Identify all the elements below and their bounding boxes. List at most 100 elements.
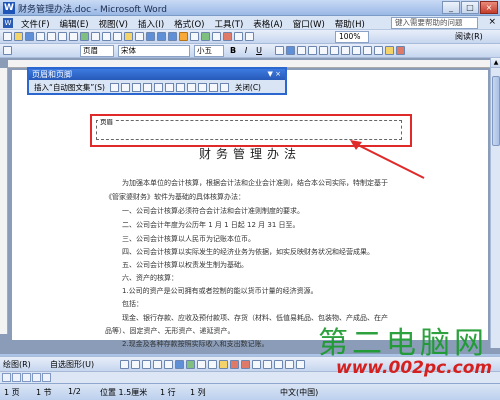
decrease-indent-icon[interactable]: [352, 46, 361, 55]
columns-icon[interactable]: [212, 32, 221, 41]
draw-menu-button[interactable]: 绘图(R): [3, 359, 31, 370]
header-footer-toolbar-title[interactable]: 页眉和页脚 ▼ ×: [29, 69, 285, 80]
3d-icon[interactable]: [296, 360, 305, 369]
vertical-ruler[interactable]: [0, 68, 8, 334]
style-select[interactable]: 页眉: [80, 45, 114, 57]
minimize-button[interactable]: _: [442, 1, 460, 14]
align-left-icon[interactable]: [275, 46, 284, 55]
diagram-icon[interactable]: [186, 360, 195, 369]
align-center-icon[interactable]: [286, 46, 295, 55]
read-button[interactable]: 阅读(R): [455, 31, 483, 43]
menu-view[interactable]: 视图(V): [94, 17, 133, 31]
insert-table-icon[interactable]: [190, 32, 199, 41]
help-search-input[interactable]: 键入需要帮助的问题: [391, 17, 478, 29]
paste-icon[interactable]: [124, 32, 133, 41]
web-view-icon[interactable]: [12, 373, 21, 382]
arrow-tool-icon[interactable]: [131, 360, 140, 369]
print-icon[interactable]: [58, 32, 67, 41]
numbering-icon[interactable]: [330, 46, 339, 55]
font-size-select[interactable]: 小五: [194, 45, 224, 57]
print-preview-icon[interactable]: [69, 32, 78, 41]
menu-file[interactable]: 文件(F): [16, 17, 55, 31]
page-setup-icon[interactable]: [164, 82, 174, 92]
menu-window[interactable]: 窗口(W): [288, 17, 330, 31]
show-hide-icon[interactable]: [245, 32, 254, 41]
permission-icon[interactable]: [36, 32, 45, 41]
insert-page-count-icon[interactable]: [120, 82, 130, 92]
italic-button[interactable]: I: [241, 46, 251, 55]
increase-indent-icon[interactable]: [363, 46, 372, 55]
highlight-icon[interactable]: [385, 46, 394, 55]
styles-pane-icon[interactable]: [3, 46, 12, 55]
normal-view-icon[interactable]: [2, 373, 11, 382]
line-spacing-icon[interactable]: [319, 46, 328, 55]
close-header-footer-button[interactable]: 关闭(C): [235, 82, 261, 93]
clipart-icon[interactable]: [197, 360, 206, 369]
switch-header-footer-icon[interactable]: [197, 82, 207, 92]
new-document-icon[interactable]: [3, 32, 12, 41]
open-folder-icon[interactable]: [14, 32, 23, 41]
cut-icon[interactable]: [102, 32, 111, 41]
toolbar-options-icon[interactable]: ▼ ×: [268, 69, 281, 80]
font-color-icon[interactable]: [396, 46, 405, 55]
close-button[interactable]: ×: [480, 1, 498, 14]
format-painter-icon[interactable]: [135, 32, 144, 41]
email-icon[interactable]: [47, 32, 56, 41]
spelling-icon[interactable]: [80, 32, 89, 41]
maximize-button[interactable]: □: [461, 1, 479, 14]
hyperlink-icon[interactable]: [168, 32, 177, 41]
undo-icon[interactable]: [146, 32, 155, 41]
show-next-icon[interactable]: [219, 82, 229, 92]
menu-format[interactable]: 格式(O): [169, 17, 209, 31]
wordart-icon[interactable]: [175, 360, 184, 369]
textbox-tool-icon[interactable]: [164, 360, 173, 369]
oval-tool-icon[interactable]: [153, 360, 162, 369]
align-right-icon[interactable]: [297, 46, 306, 55]
save-icon[interactable]: [25, 32, 34, 41]
font-color-draw-icon[interactable]: [241, 360, 250, 369]
document-close-icon[interactable]: ×: [488, 17, 496, 27]
copy-icon[interactable]: [113, 32, 122, 41]
show-previous-icon[interactable]: [208, 82, 218, 92]
print-view-icon[interactable]: [22, 373, 31, 382]
tables-borders-icon[interactable]: [179, 32, 188, 41]
picture-icon[interactable]: [208, 360, 217, 369]
menu-table[interactable]: 表格(A): [248, 17, 287, 31]
font-select[interactable]: 宋体: [118, 45, 190, 57]
outside-border-icon[interactable]: [374, 46, 383, 55]
autoshapes-button[interactable]: 自选图形(U): [50, 359, 94, 370]
underline-button[interactable]: U: [254, 46, 264, 55]
drawing-icon[interactable]: [223, 32, 232, 41]
menu-insert[interactable]: 插入(I): [133, 17, 169, 31]
arrow-style-icon[interactable]: [274, 360, 283, 369]
outline-view-icon[interactable]: [32, 373, 41, 382]
reading-view-icon[interactable]: [42, 373, 51, 382]
line-color-icon[interactable]: [230, 360, 239, 369]
fill-color-icon[interactable]: [219, 360, 228, 369]
menu-tools[interactable]: 工具(T): [209, 17, 248, 31]
document-icon[interactable]: W: [3, 18, 13, 28]
format-page-number-icon[interactable]: [131, 82, 141, 92]
document-map-icon[interactable]: [234, 32, 243, 41]
show-hide-text-icon[interactable]: [175, 82, 185, 92]
line-tool-icon[interactable]: [120, 360, 129, 369]
zoom-select[interactable]: 100%: [335, 31, 369, 43]
word-app-icon[interactable]: W: [3, 2, 15, 14]
scroll-up-icon[interactable]: ▲: [491, 58, 500, 68]
vertical-scrollbar[interactable]: ▲: [490, 58, 500, 348]
scroll-thumb[interactable]: [492, 76, 500, 146]
shadow-icon[interactable]: [285, 360, 294, 369]
rectangle-tool-icon[interactable]: [142, 360, 151, 369]
line-style-icon[interactable]: [252, 360, 261, 369]
insert-page-number-icon[interactable]: [109, 82, 119, 92]
link-to-previous-icon[interactable]: [186, 82, 196, 92]
redo-icon[interactable]: [157, 32, 166, 41]
insert-date-icon[interactable]: [142, 82, 152, 92]
insert-autotext-button[interactable]: 插入“自动图文集”(S): [31, 81, 108, 94]
justify-icon[interactable]: [308, 46, 317, 55]
menu-help[interactable]: 帮助(H): [330, 17, 370, 31]
horizontal-scrollbar[interactable]: [0, 371, 500, 383]
research-icon[interactable]: [91, 32, 100, 41]
dash-style-icon[interactable]: [263, 360, 272, 369]
bold-button[interactable]: B: [228, 46, 238, 55]
